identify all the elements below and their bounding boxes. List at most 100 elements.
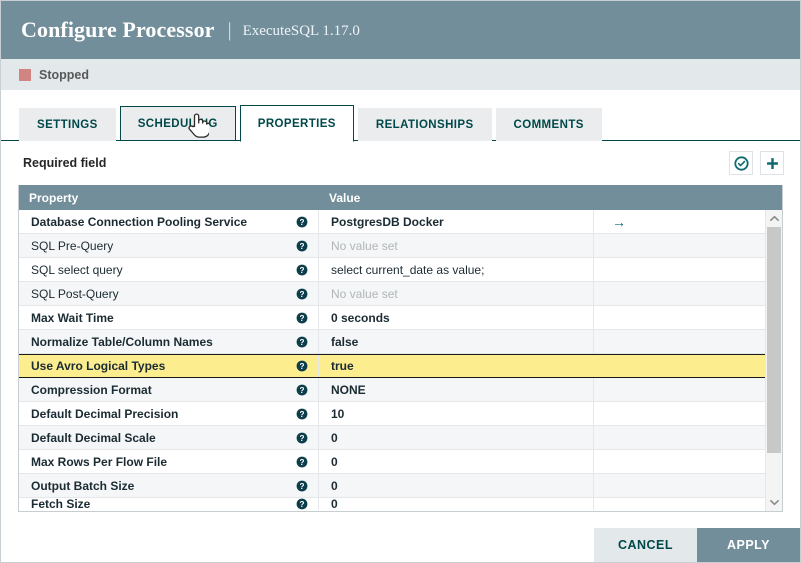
circled-check-icon [733,155,749,171]
svg-text:?: ? [300,265,305,274]
property-value-cell[interactable]: 0 [319,450,594,473]
property-value-cell[interactable]: No value set [319,282,594,305]
table-vertical-scrollbar[interactable] [765,210,782,511]
property-name-cell: SQL Pre-Query? [19,234,319,257]
title-separator: | [227,18,232,41]
table-row[interactable]: Max Wait Time? 0 seconds [19,306,782,330]
table-row[interactable]: SQL Pre-Query? No value set [19,234,782,258]
property-name-cell: SQL select query? [19,258,319,281]
property-name-cell: Default Decimal Scale? [19,426,319,449]
svg-text:?: ? [300,500,305,509]
column-header-value: Value [329,190,361,205]
help-circle-icon[interactable]: ? [296,384,308,396]
tab-settings[interactable]: SETTINGS [19,108,116,141]
table-row[interactable]: Default Decimal Precision? 10 [19,402,782,426]
property-name: Output Batch Size [31,478,135,493]
property-name-cell: SQL Post-Query? [19,282,319,305]
svg-text:?: ? [300,362,305,371]
tab-scheduling[interactable]: SCHEDULING [119,106,236,141]
property-value-cell[interactable]: 0 seconds [319,306,594,329]
tab-properties[interactable]: PROPERTIES [239,105,354,142]
help-circle-icon[interactable]: ? [296,240,308,252]
row-actions-cell [594,282,782,305]
property-name-cell: Compression Format? [19,378,319,401]
property-name-cell: Max Wait Time? [19,306,319,329]
property-value-cell[interactable]: true [319,355,594,377]
property-name: SQL Post-Query [31,286,119,301]
add-property-button[interactable] [760,151,784,175]
processor-status-bar: Stopped [1,59,800,90]
table-row[interactable]: Use Avro Logical Types? true [19,354,782,378]
dialog-title: Configure Processor [21,17,215,42]
help-circle-icon[interactable]: ? [296,216,308,228]
property-name: Fetch Size [31,498,91,510]
property-value-cell[interactable]: false [319,330,594,353]
property-name-cell: Normalize Table/Column Names? [19,330,319,353]
scroll-down-button[interactable] [766,494,782,511]
table-row[interactable]: Compression Format? NONE [19,378,782,402]
required-field-label: Required field [23,156,107,170]
properties-toolbar: Required field [1,141,800,185]
property-name-cell: Database Connection Pooling Service? [19,210,319,233]
property-value-cell[interactable]: PostgresDB Docker [319,210,594,233]
property-name: Database Connection Pooling Service [31,214,248,229]
property-name: SQL select query [31,262,123,277]
help-circle-icon[interactable]: ? [296,264,308,276]
table-row[interactable]: Normalize Table/Column Names? false [19,330,782,354]
plus-icon [766,157,778,169]
table-row[interactable]: Output Batch Size? 0 [19,474,782,498]
property-value-cell[interactable]: 0 [319,426,594,449]
property-name: Compression Format [31,382,152,397]
help-circle-icon[interactable]: ? [296,480,308,492]
table-row[interactable]: Default Decimal Scale? 0 [19,426,782,450]
property-value-cell[interactable]: NONE [319,378,594,401]
row-actions-cell [594,378,782,401]
svg-text:?: ? [300,433,305,442]
property-value-cell[interactable]: 10 [319,402,594,425]
stopped-status-icon [19,68,31,81]
row-actions-cell [594,402,782,425]
svg-text:?: ? [300,313,305,322]
help-circle-icon[interactable]: ? [296,456,308,468]
verify-properties-button[interactable] [729,151,753,175]
cancel-button[interactable]: CANCEL [594,528,697,562]
row-actions-cell [594,426,782,449]
help-circle-icon[interactable]: ? [296,408,308,420]
row-actions-cell [594,450,782,473]
property-name: Normalize Table/Column Names [31,334,213,349]
svg-text:?: ? [300,241,305,250]
svg-text:?: ? [300,217,305,226]
property-name: Max Wait Time [31,310,114,325]
row-actions-cell [594,498,782,510]
table-row[interactable]: SQL Post-Query? No value set [19,282,782,306]
row-actions-cell [594,234,782,257]
table-row[interactable]: Database Connection Pooling Service? Post… [19,210,782,234]
table-row[interactable]: Fetch Size? 0 [19,498,782,510]
help-circle-icon[interactable]: ? [296,360,308,372]
property-name-cell: Use Avro Logical Types? [19,355,319,377]
tab-comments[interactable]: COMMENTS [495,108,602,141]
svg-text:?: ? [300,409,305,418]
row-actions-cell [594,258,782,281]
scrollbar-thumb[interactable] [767,227,781,453]
apply-button[interactable]: APPLY [697,528,800,562]
property-value-cell[interactable]: select current_date as value; [319,258,594,281]
property-value-cell[interactable]: No value set [319,234,594,257]
tab-relationships[interactable]: RELATIONSHIPS [357,108,492,141]
help-circle-icon[interactable]: ? [296,288,308,300]
property-value-cell[interactable]: 0 [319,474,594,497]
property-name-cell: Fetch Size? [19,498,319,510]
help-circle-icon[interactable]: ? [296,432,308,444]
table-row[interactable]: SQL select query? select current_date as … [19,258,782,282]
scroll-up-button[interactable] [766,210,782,227]
status-label: Stopped [39,67,89,82]
table-row[interactable]: Max Rows Per Flow File? 0 [19,450,782,474]
help-circle-icon[interactable]: ? [296,312,308,324]
help-circle-icon[interactable]: ? [296,498,308,510]
processor-type-version: ExecuteSQL 1.17.0 [242,22,360,39]
help-circle-icon[interactable]: ? [296,336,308,348]
goto-service-button[interactable]: → [594,210,782,233]
property-value-cell[interactable]: 0 [319,498,594,510]
property-name-cell: Output Batch Size? [19,474,319,497]
property-name: Use Avro Logical Types [31,359,166,373]
